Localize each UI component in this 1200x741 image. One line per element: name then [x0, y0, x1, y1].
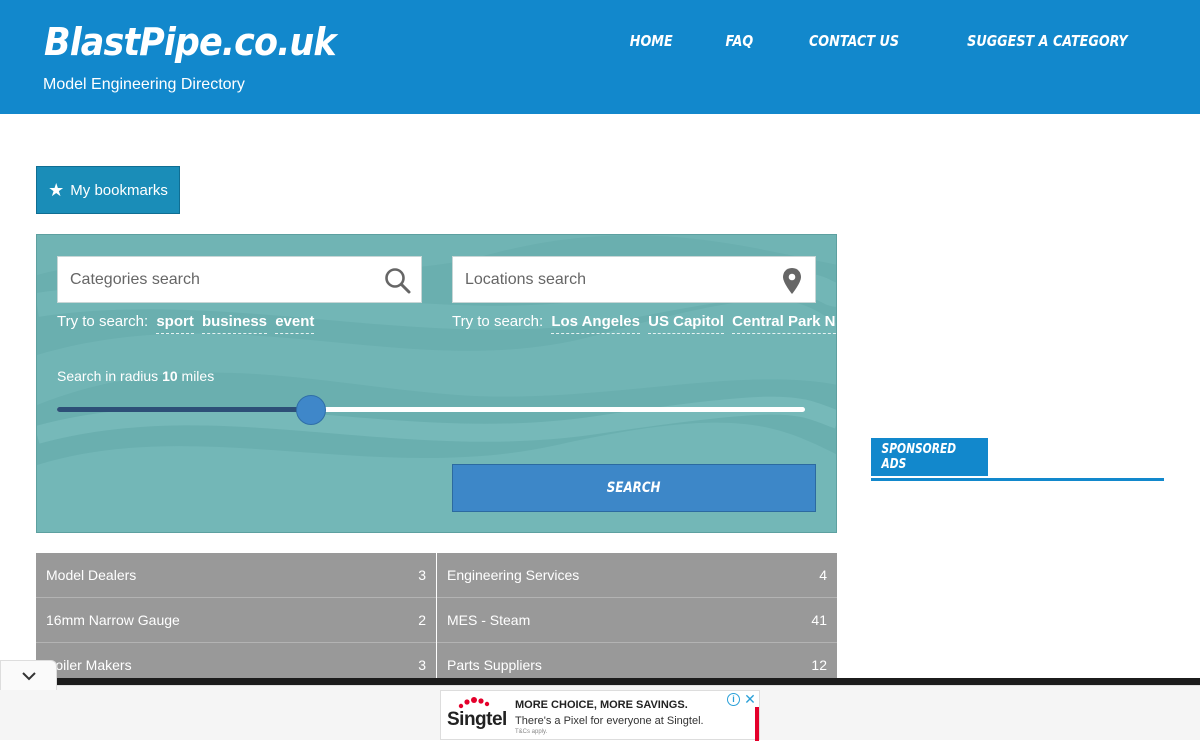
- search-icon[interactable]: [383, 266, 413, 296]
- site-tagline: Model Engineering Directory: [43, 76, 245, 93]
- ad-headline: MORE CHOICE, MORE SAVINGS.: [515, 699, 688, 711]
- suggestion-event[interactable]: event: [275, 313, 315, 334]
- categories-search-input[interactable]: [58, 257, 421, 302]
- try-label: Try to search:: [452, 313, 544, 330]
- category-list-right: Engineering Services 4 MES - Steam 41 Pa…: [437, 553, 837, 688]
- ad-subtext: There's a Pixel for everyone at Singtel.: [515, 715, 704, 727]
- category-count: 4: [819, 567, 827, 583]
- category-name: 16mm Narrow Gauge: [46, 612, 180, 628]
- map-pin-icon[interactable]: [777, 266, 807, 296]
- category-name: Model Dealers: [46, 567, 137, 583]
- radius-label: Search in radius 10 miles: [57, 368, 214, 384]
- location-suggestions: Try to search: Los Angeles US Capitol Ce…: [452, 313, 836, 334]
- star-icon: ★: [48, 180, 65, 200]
- radius-value: 10: [162, 368, 178, 384]
- site-logo[interactable]: BlastPipe.co.uk: [44, 20, 337, 64]
- category-name: MES - Steam: [447, 612, 531, 628]
- suggestion-central-park-ny[interactable]: Central Park NY: [732, 313, 836, 334]
- ad-divider: [56, 678, 1200, 685]
- category-count: 3: [418, 657, 426, 673]
- site-header: BlastPipe.co.uk Model Engineering Direct…: [0, 0, 1200, 114]
- ad-terms: T&Cs apply.: [515, 729, 548, 735]
- search-button-label: SEARCH: [607, 480, 661, 496]
- category-row[interactable]: 16mm Narrow Gauge 2: [36, 598, 436, 643]
- suggestion-sport[interactable]: sport: [156, 313, 194, 334]
- nav-contact-us[interactable]: CONTACT US: [809, 32, 899, 50]
- locations-search-field: [452, 256, 816, 303]
- radius-slider-fill: [57, 407, 311, 412]
- ad-accent-bar: [755, 707, 759, 741]
- radius-prefix: Search in radius: [57, 368, 159, 384]
- suggestion-us-capitol[interactable]: US Capitol: [648, 313, 724, 334]
- ad-brand: Singtel: [447, 709, 507, 730]
- category-row[interactable]: MES - Steam 41: [437, 598, 837, 643]
- radius-slider[interactable]: [57, 395, 805, 425]
- sponsored-ads-label: SPONSORED ADS: [881, 442, 957, 472]
- brand-dots-icon: [458, 697, 490, 709]
- try-label: Try to search:: [57, 313, 149, 330]
- category-name: Engineering Services: [447, 567, 580, 583]
- collapse-ad-button[interactable]: [0, 660, 57, 690]
- search-button[interactable]: SEARCH: [452, 464, 816, 512]
- main-nav: HOME FAQ CONTACT US SUGGEST A CATEGORY: [580, 32, 1142, 50]
- category-count: 41: [811, 612, 827, 628]
- radius-unit: miles: [181, 368, 215, 384]
- radius-slider-handle[interactable]: [296, 395, 326, 425]
- chevron-down-icon: [21, 671, 36, 680]
- sponsored-ads-heading: SPONSORED ADS: [871, 438, 988, 476]
- category-count: 3: [418, 567, 426, 583]
- category-name: Boiler Makers: [46, 657, 132, 673]
- nav-faq[interactable]: FAQ: [725, 32, 753, 50]
- sponsored-ads-section: SPONSORED ADS: [871, 438, 1164, 481]
- my-bookmarks-label: My bookmarks: [70, 181, 168, 199]
- ad-info-icon[interactable]: i: [727, 693, 740, 706]
- category-row[interactable]: Model Dealers 3: [36, 553, 436, 598]
- suggestion-business[interactable]: business: [201, 313, 268, 334]
- nav-suggest-category[interactable]: SUGGEST A CATEGORY: [967, 32, 1127, 50]
- nav-home[interactable]: HOME: [630, 32, 673, 50]
- my-bookmarks-button[interactable]: ★ My bookmarks: [36, 166, 180, 214]
- category-row[interactable]: Engineering Services 4: [437, 553, 837, 598]
- locations-search-input[interactable]: [453, 257, 815, 302]
- category-count: 12: [811, 657, 827, 673]
- category-list-left: Model Dealers 3 16mm Narrow Gauge 2 Boil…: [36, 553, 436, 688]
- category-suggestions: Try to search: sport business event: [57, 313, 315, 334]
- category-count: 2: [418, 612, 426, 628]
- category-name: Parts Suppliers: [447, 657, 542, 673]
- search-panel: Try to search: sport business event Try …: [36, 234, 837, 533]
- banner-ad[interactable]: Singtel MORE CHOICE, MORE SAVINGS. There…: [440, 690, 760, 741]
- categories-search-field: [57, 256, 422, 303]
- ad-close-icon[interactable]: ✕: [743, 692, 757, 706]
- suggestion-los-angeles[interactable]: Los Angeles: [551, 313, 640, 334]
